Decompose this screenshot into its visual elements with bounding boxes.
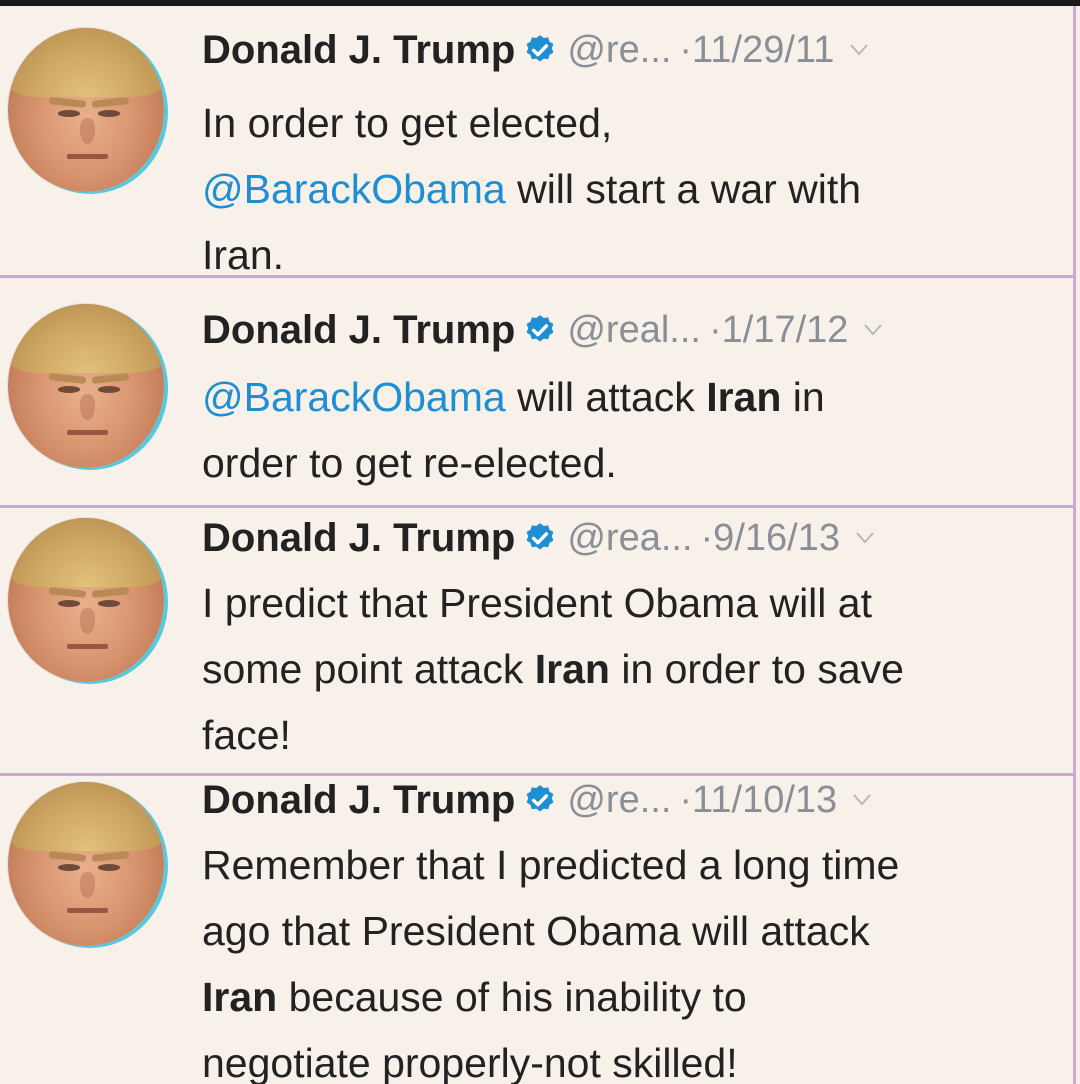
user-handle[interactable]: @rea... <box>567 519 692 557</box>
tweet-text-span: will start a war with <box>505 166 862 212</box>
tweet-text-span: will attack <box>505 374 707 420</box>
tweet-card[interactable]: Donald J. Trump @re... ·11/29/11 In orde… <box>0 6 1076 278</box>
tweet-date[interactable]: ·9/16/13 <box>701 519 840 557</box>
tweet-text: Remember that I predicted a long time ag… <box>202 832 1072 1084</box>
tweet-line: @BarackObama will start a war with <box>202 156 1072 222</box>
tweet-text: @BarackObama will attack Iran in order t… <box>202 364 1072 496</box>
tweet-header: Donald J. Trump @re... ·11/29/11 <box>202 30 869 70</box>
tweet-line: negotiate properly-not skilled! <box>202 1040 738 1084</box>
user-handle[interactable]: @real... <box>567 311 701 349</box>
tweet-header: Donald J. Trump @real... ·1/17/12 <box>202 310 883 350</box>
tweet-text: In order to get elected, @BarackObama wi… <box>202 90 1072 288</box>
tweet-text-span: because of his inability to <box>277 974 747 1020</box>
verified-badge-icon <box>526 523 554 550</box>
tweet-line: Iran because of his inability to <box>202 964 1072 1030</box>
tweet-text-span: in order to save <box>609 646 904 692</box>
avatar[interactable] <box>8 782 164 946</box>
tweet-line: I predict that President Obama will at <box>202 580 872 626</box>
user-handle[interactable]: @re... <box>567 31 671 69</box>
tweet-header: Donald J. Trump @rea... ·9/16/13 <box>202 518 874 558</box>
tweet-text-span: some point attack <box>202 646 535 692</box>
tweet-card[interactable]: Donald J. Trump @real... ·1/17/12 @Barac… <box>0 278 1076 508</box>
tweet-line: some point attack Iran in order to save <box>202 636 1072 702</box>
tweet-card[interactable]: Donald J. Trump @re... ·11/10/13 Remembe… <box>0 776 1076 1084</box>
chevron-down-icon[interactable] <box>864 324 883 336</box>
bold-text: Iran <box>202 974 278 1020</box>
tweet-date[interactable]: ·11/10/13 <box>679 781 837 819</box>
tweet-card[interactable]: Donald J. Trump @rea... ·9/16/13 I predi… <box>0 508 1076 776</box>
tweet-line: In order to get elected, <box>202 100 613 146</box>
tweet-line: ago that President Obama will attack <box>202 908 870 954</box>
tweet-line: @BarackObama will attack Iran in <box>202 364 1072 430</box>
display-name[interactable]: Donald J. Trump <box>202 30 515 70</box>
tweet-text: I predict that President Obama will at s… <box>202 570 1072 768</box>
tweet-date[interactable]: ·11/29/11 <box>679 31 834 69</box>
tweet-screenshot-collage: Donald J. Trump @re... ·11/29/11 In orde… <box>0 0 1080 1084</box>
display-name[interactable]: Donald J. Trump <box>202 518 515 558</box>
display-name[interactable]: Donald J. Trump <box>202 780 515 820</box>
chevron-down-icon[interactable] <box>853 794 871 806</box>
tweet-text-span: in <box>781 374 825 420</box>
tweet-line: order to get re-elected. <box>202 440 617 486</box>
bold-text: Iran <box>706 374 782 420</box>
tweet-line: Remember that I predicted a long time <box>202 842 900 888</box>
avatar[interactable] <box>8 304 164 468</box>
mention-link[interactable]: @BarackObama <box>202 374 506 420</box>
verified-badge-icon <box>526 315 554 342</box>
user-handle[interactable]: @re... <box>567 781 671 819</box>
chevron-down-icon[interactable] <box>850 44 869 56</box>
chevron-down-icon[interactable] <box>856 532 874 544</box>
display-name[interactable]: Donald J. Trump <box>202 310 515 350</box>
avatar[interactable] <box>8 518 164 682</box>
tweet-date[interactable]: ·1/17/12 <box>709 311 848 349</box>
bold-text: Iran <box>534 646 610 692</box>
tweet-line: face! <box>202 712 291 758</box>
tweet-header: Donald J. Trump @re... ·11/10/13 <box>202 780 871 820</box>
verified-badge-icon <box>526 785 554 812</box>
verified-badge-icon <box>526 35 554 62</box>
avatar[interactable] <box>8 28 164 192</box>
mention-link[interactable]: @BarackObama <box>202 166 506 212</box>
